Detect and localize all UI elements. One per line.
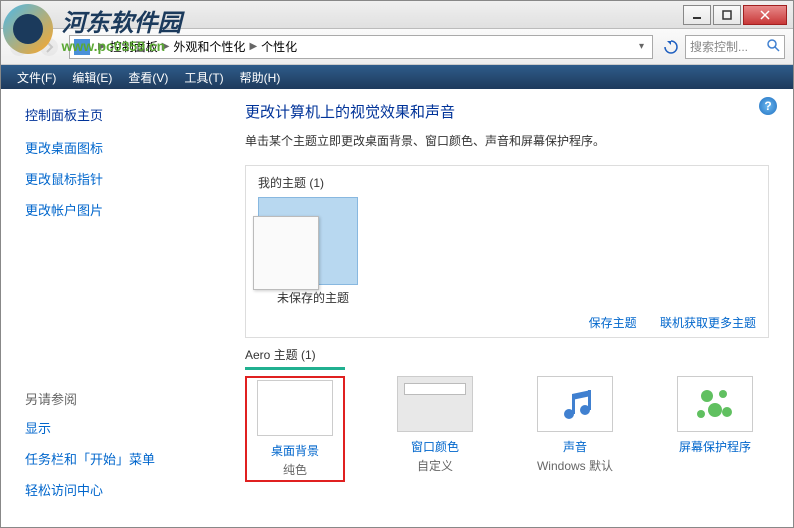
window-color-thumb — [397, 376, 473, 432]
sidebar-link-mouse-pointers[interactable]: 更改鼠标指针 — [25, 169, 221, 188]
breadcrumb-item[interactable]: 外观和个性化 — [173, 38, 245, 55]
window-color-label: 窗口颜色 — [385, 438, 485, 455]
window-color-sublabel: 自定义 — [385, 457, 485, 474]
maximize-button[interactable] — [713, 5, 741, 25]
sound-button[interactable]: 声音 Windows 默认 — [525, 376, 625, 482]
page-title: 更改计算机上的视觉效果和声音 — [245, 101, 769, 122]
save-theme-link[interactable]: 保存主题 — [589, 316, 637, 330]
breadcrumb-item[interactable]: 控制面板 — [110, 38, 158, 55]
chevron-right-icon: ▶ — [162, 41, 170, 52]
menu-bar: 文件(F) 编辑(E) 查看(V) 工具(T) 帮助(H) — [1, 65, 793, 89]
close-button[interactable] — [743, 5, 787, 25]
sound-label: 声音 — [525, 438, 625, 455]
sidebar: 控制面板主页 更改桌面图标 更改鼠标指针 更改帐户图片 另请参阅 显示 任务栏和… — [1, 89, 221, 527]
chevron-down-icon[interactable]: ▾ — [639, 41, 644, 52]
search-placeholder: 搜索控制... — [690, 38, 748, 55]
chevron-right-icon: ▶ — [249, 41, 257, 52]
search-input[interactable]: 搜索控制... — [685, 35, 785, 59]
get-more-themes-link[interactable]: 联机获取更多主题 — [660, 316, 756, 330]
sidebar-link-desktop-icons[interactable]: 更改桌面图标 — [25, 138, 221, 157]
sidebar-link-account-picture[interactable]: 更改帐户图片 — [25, 200, 221, 219]
my-themes-group: 我的主题 (1) 未保存的主题 保存主题 联机获取更多主题 — [245, 165, 769, 338]
aero-themes-title: Aero 主题 (1) — [245, 346, 769, 363]
desktop-bg-sublabel: 纯色 — [249, 461, 341, 478]
breadcrumb[interactable]: ▶ 控制面板 ▶ 外观和个性化 ▶ 个性化 ▾ — [69, 35, 653, 59]
forward-button[interactable] — [35, 33, 63, 61]
theme-thumbnail[interactable] — [258, 197, 358, 285]
sound-thumb — [537, 376, 613, 432]
minimize-button[interactable] — [683, 5, 711, 25]
sidebar-link-taskbar[interactable]: 任务栏和「开始」菜单 — [25, 449, 221, 468]
search-icon — [766, 38, 780, 55]
menu-view[interactable]: 查看(V) — [120, 69, 176, 86]
refresh-button[interactable] — [659, 35, 683, 59]
desktop-bg-label: 桌面背景 — [249, 442, 341, 459]
navigation-toolbar: ▶ 控制面板 ▶ 外观和个性化 ▶ 个性化 ▾ 搜索控制... — [1, 29, 793, 65]
main-panel: ? 更改计算机上的视觉效果和声音 单击某个主题立即更改桌面背景、窗口颜色、声音和… — [221, 89, 793, 527]
breadcrumb-item[interactable]: 个性化 — [261, 38, 297, 55]
menu-file[interactable]: 文件(F) — [9, 69, 64, 86]
help-icon[interactable]: ? — [759, 97, 777, 115]
screensaver-button[interactable]: 屏幕保护程序 — [665, 376, 765, 482]
sidebar-home-link[interactable]: 控制面板主页 — [25, 105, 221, 124]
sound-sublabel: Windows 默认 — [525, 457, 625, 474]
screensaver-thumb — [677, 376, 753, 432]
content-area: 控制面板主页 更改桌面图标 更改鼠标指针 更改帐户图片 另请参阅 显示 任务栏和… — [1, 89, 793, 527]
sidebar-link-display[interactable]: 显示 — [25, 418, 221, 437]
settings-row: 桌面背景 纯色 窗口颜色 自定义 声音 Windows 默认 屏幕保护程序 — [245, 376, 769, 482]
menu-tools[interactable]: 工具(T) — [176, 69, 231, 86]
desktop-bg-thumb — [257, 380, 333, 436]
chevron-right-icon: ▶ — [98, 41, 106, 52]
sidebar-see-also-title: 另请参阅 — [25, 389, 221, 408]
control-panel-icon — [74, 39, 90, 55]
menu-help[interactable]: 帮助(H) — [232, 69, 289, 86]
my-themes-title: 我的主题 (1) — [258, 174, 756, 191]
window-titlebar — [1, 1, 793, 29]
theme-item-unsaved[interactable]: 未保存的主题 — [258, 197, 368, 306]
aero-theme-preview[interactable] — [245, 367, 345, 370]
screensaver-label: 屏幕保护程序 — [665, 438, 765, 455]
window-color-button[interactable]: 窗口颜色 自定义 — [385, 376, 485, 482]
back-button[interactable] — [5, 33, 33, 61]
theme-label: 未保存的主题 — [258, 289, 368, 306]
desktop-background-button[interactable]: 桌面背景 纯色 — [245, 376, 345, 482]
page-description: 单击某个主题立即更改桌面背景、窗口颜色、声音和屏幕保护程序。 — [245, 132, 769, 149]
sidebar-link-ease-of-access[interactable]: 轻松访问中心 — [25, 480, 221, 499]
menu-edit[interactable]: 编辑(E) — [64, 69, 120, 86]
